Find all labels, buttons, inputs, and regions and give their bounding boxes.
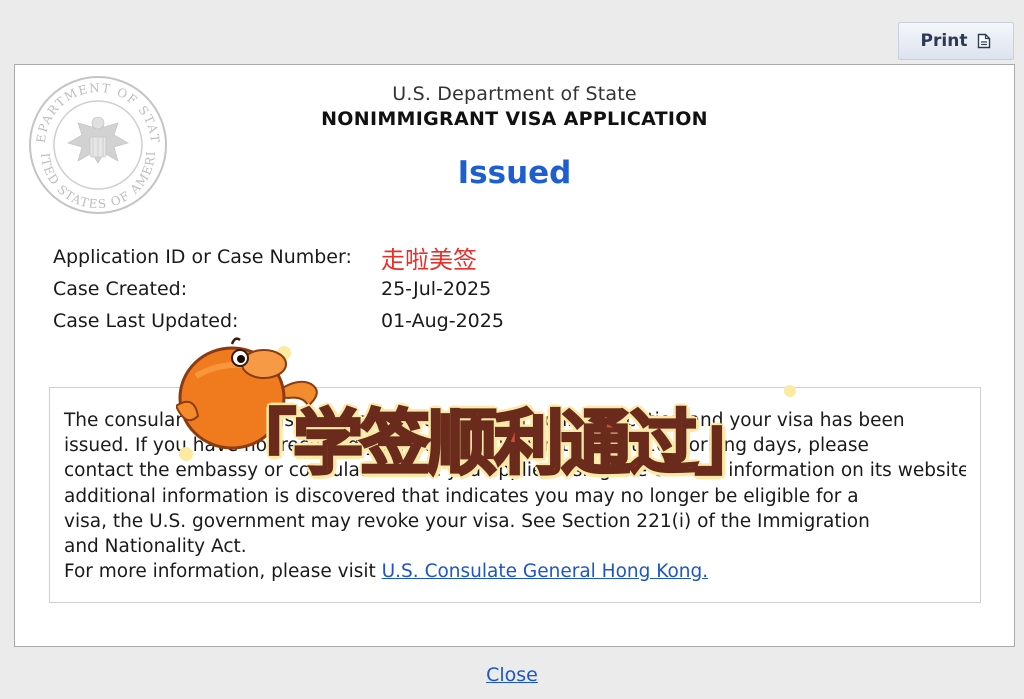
page-header: U.S. Department of State NONIMMIGRANT VI…	[15, 83, 1014, 130]
print-button[interactable]: Print	[898, 22, 1014, 60]
overlay-sticker-text: 「学签顺利通过」	[225, 401, 767, 486]
document-icon	[978, 33, 991, 49]
close-link[interactable]: Close	[0, 664, 1024, 686]
more-info-line: For more information, please visit U.S. …	[64, 559, 966, 584]
status-heading: Issued	[457, 155, 572, 191]
case-info: Application ID or Case Number: 走啦美签 Case…	[53, 241, 504, 337]
visa-status-panel: DEPARTMENT OF STATE UNITED STATES OF AME…	[14, 64, 1015, 647]
case-updated-value: 01-Aug-2025	[381, 310, 504, 332]
message-line: visa, the U.S. government may revoke you…	[64, 510, 870, 532]
consulate-link[interactable]: U.S. Consulate General Hong Kong.	[382, 561, 709, 582]
case-created-value: 25-Jul-2025	[381, 278, 492, 300]
case-created-label: Case Created:	[53, 278, 188, 300]
case-info-row-id: Application ID or Case Number: 走啦美签	[53, 241, 504, 274]
print-label: Print	[920, 31, 968, 51]
case-info-row-created: Case Created: 25-Jul-2025	[53, 273, 504, 305]
application-type-title: NONIMMIGRANT VISA APPLICATION	[321, 108, 708, 130]
case-id-label: Application ID or Case Number:	[53, 246, 352, 268]
more-info-text: For more information, please visit	[64, 561, 376, 583]
case-id-value: 走啦美签	[381, 245, 477, 274]
message-line: and Nationality Act.	[64, 536, 247, 558]
case-info-row-updated: Case Last Updated: 01-Aug-2025	[53, 305, 504, 337]
case-updated-label: Case Last Updated:	[53, 310, 239, 332]
department-title: U.S. Department of State	[392, 83, 637, 105]
